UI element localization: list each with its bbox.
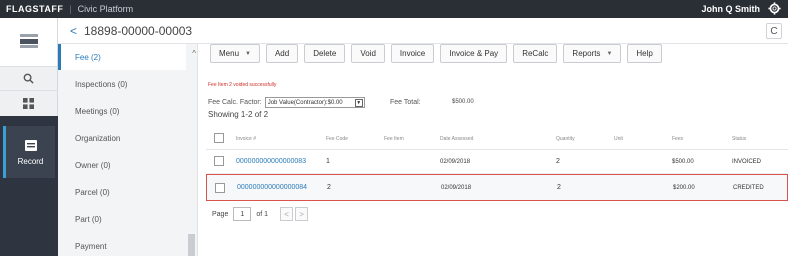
col-fee-code[interactable]: Fee Code xyxy=(326,136,348,142)
subnav-item-inspections[interactable]: Inspections (0) xyxy=(58,71,186,97)
invoice-link[interactable]: 000000000000000084 xyxy=(237,184,307,191)
date-assessed: 02/09/2018 xyxy=(441,185,472,191)
subnav-item-part[interactable]: Part (0) xyxy=(58,206,186,232)
grid-icon xyxy=(23,98,34,109)
record-header: < 18898-00000-00003 C xyxy=(58,18,788,44)
subnav-item-payment[interactable]: Payment xyxy=(58,233,186,259)
chevron-up-icon[interactable]: ^ xyxy=(192,49,196,58)
top-bar: FLAGSTAFF | Civic Platform John Q Smith xyxy=(0,0,788,18)
col-quantity[interactable]: Quantity xyxy=(556,136,575,142)
chevron-down-icon: ▼ xyxy=(245,50,251,57)
subnav-item-owner[interactable]: Owner (0) xyxy=(58,152,186,178)
rail-apps-button[interactable] xyxy=(0,90,58,116)
status: INVOICED xyxy=(732,159,762,165)
subnav-item-fee[interactable]: Fee (2) xyxy=(58,44,186,70)
record-id: 18898-00000-00003 xyxy=(84,24,193,38)
page-label: Page xyxy=(212,210,229,218)
fee-panel: Menu ▼ Add Delete Void Invoice Invoice & … xyxy=(198,44,788,256)
page-number-input[interactable]: 1 xyxy=(233,207,252,221)
pagination: Page 1 of 1 < > xyxy=(212,207,309,221)
prev-page-button[interactable]: < xyxy=(280,207,294,221)
date-assessed: 02/09/2018 xyxy=(440,159,471,165)
rail-logo-area xyxy=(0,18,58,66)
user-name[interactable]: John Q Smith xyxy=(702,4,761,14)
record-icon xyxy=(24,139,37,151)
table-header: Invoice # Fee Code Fee Item Date Assesse… xyxy=(206,128,788,150)
product-name: Civic Platform xyxy=(77,4,134,14)
delete-button[interactable]: Delete xyxy=(304,44,346,63)
subnav-item-meetings[interactable]: Meetings (0) xyxy=(58,98,186,124)
record-subnav: Fee (2) Inspections (0) Meetings (0) Org… xyxy=(58,44,198,256)
brand-logo[interactable]: FLAGSTAFF xyxy=(0,4,63,14)
void-button[interactable]: Void xyxy=(351,44,385,63)
menu-button[interactable]: Menu ▼ xyxy=(210,44,260,63)
subnav-item-organization[interactable]: Organization xyxy=(58,125,186,151)
row-checkbox[interactable] xyxy=(214,156,224,166)
table-row[interactable]: 000000000000000083 1 02/09/2018 2 $500.0… xyxy=(206,150,788,174)
col-date-assessed[interactable]: Date Assessed xyxy=(440,136,473,142)
quantity: 2 xyxy=(557,184,561,191)
reports-button-label: Reports xyxy=(572,49,601,58)
col-unit[interactable]: Unit xyxy=(614,136,623,142)
chevron-down-icon: ▼ xyxy=(354,99,363,107)
record-label: Record xyxy=(17,156,44,166)
chevron-down-icon: ▼ xyxy=(606,50,613,57)
select-all-checkbox[interactable] xyxy=(214,133,224,143)
invoice-and-pay-button[interactable]: Invoice & Pay xyxy=(440,44,508,63)
calc-factor-value: Job Value(Contractor):$0.00 xyxy=(267,99,343,106)
table-row[interactable]: 000000000000000084 2 02/09/2018 2 $200.0… xyxy=(206,174,788,201)
page-of-label: of 1 xyxy=(256,210,269,218)
calc-factor-select[interactable]: Job Value(Contractor):$0.00 ▼ xyxy=(264,97,365,108)
search-icon xyxy=(23,73,34,84)
fee-code: 1 xyxy=(326,158,330,165)
fee-total-label: Fee Total: xyxy=(390,99,421,106)
calc-factor-label: Fee Calc. Factor: xyxy=(208,99,262,106)
col-fee-item[interactable]: Fee Item xyxy=(384,136,404,142)
app-logo-icon xyxy=(20,34,38,48)
calc-factor-row: Fee Calc. Factor: Job Value(Contractor):… xyxy=(208,97,365,108)
col-status[interactable]: Status xyxy=(732,136,746,142)
status: CREDITED xyxy=(733,185,764,191)
fee-total-value: $500.00 xyxy=(452,99,474,105)
left-rail: Record xyxy=(0,18,58,256)
recalc-button[interactable]: ReCalc xyxy=(513,44,558,63)
fee-toolbar: Menu ▼ Add Delete Void Invoice Invoice & … xyxy=(210,44,668,64)
fee-amount: $200.00 xyxy=(673,185,695,191)
result-count: Showing 1-2 of 2 xyxy=(208,110,269,119)
row-checkbox[interactable] xyxy=(215,183,225,193)
add-button[interactable]: Add xyxy=(265,44,299,63)
subnav-item-parcel[interactable]: Parcel (0) xyxy=(58,179,186,205)
col-invoice[interactable]: Invoice # xyxy=(236,136,256,142)
quantity: 2 xyxy=(556,158,560,165)
rail-record-button[interactable]: Record xyxy=(3,126,55,178)
brand-divider: | xyxy=(69,4,72,14)
fee-code: 2 xyxy=(327,184,331,191)
subnav-scrollbar[interactable]: ^ xyxy=(186,44,197,256)
back-button[interactable]: < xyxy=(70,24,77,38)
scrollbar-thumb[interactable] xyxy=(188,234,195,256)
menu-button-label: Menu xyxy=(219,49,240,58)
gear-icon[interactable] xyxy=(768,2,781,15)
invoice-link[interactable]: 000000000000000083 xyxy=(236,158,306,165)
col-fees[interactable]: Fees xyxy=(672,136,683,142)
reports-button[interactable]: Reports ▼ xyxy=(563,44,622,63)
refresh-button[interactable]: C xyxy=(766,23,782,39)
success-message: Fee Item 2 voided successfully xyxy=(208,82,277,88)
rail-search-button[interactable] xyxy=(0,66,58,90)
next-page-button[interactable]: > xyxy=(295,207,309,221)
rail-record-area: Record xyxy=(0,122,58,256)
invoice-button[interactable]: Invoice xyxy=(390,44,435,63)
fee-amount: $500.00 xyxy=(672,159,694,165)
help-button[interactable]: Help xyxy=(627,44,662,63)
